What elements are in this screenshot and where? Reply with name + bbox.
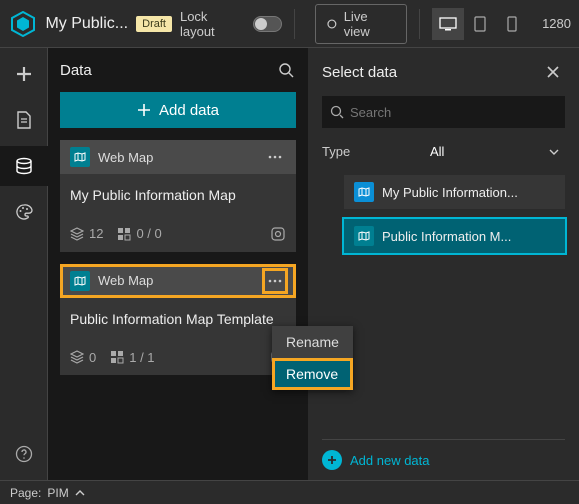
- separator: [294, 9, 295, 39]
- live-view-label: Live view: [344, 9, 396, 39]
- close-icon: [546, 65, 560, 79]
- page-name[interactable]: PIM: [47, 486, 68, 500]
- chevron-up-icon[interactable]: [75, 490, 85, 496]
- left-rail: [0, 48, 48, 480]
- data-card-title: Public Information Map Template: [60, 298, 296, 342]
- data-icon: [15, 157, 33, 175]
- live-dot-icon: [326, 18, 338, 30]
- data-list: My Public Information... Public Informat…: [322, 175, 565, 253]
- add-data-label: Add data: [159, 102, 219, 119]
- data-card-header: Web Map: [60, 140, 296, 174]
- type-filter-row: Type All: [322, 140, 565, 163]
- device-desktop-button[interactable]: [432, 8, 464, 40]
- rail-help[interactable]: [0, 434, 48, 474]
- app-title: My Public...: [45, 15, 128, 33]
- add-new-data-label: Add new data: [350, 453, 430, 468]
- data-card-footer: 12 0 / 0: [60, 218, 296, 252]
- device-mobile-button[interactable]: [496, 8, 528, 40]
- layers-icon: [70, 350, 84, 364]
- palette-icon: [15, 203, 33, 221]
- tablet-icon: [474, 16, 486, 32]
- close-button[interactable]: [541, 60, 565, 84]
- more-dots-icon: [268, 279, 282, 283]
- device-tablet-button[interactable]: [464, 8, 496, 40]
- main-area: Data Add data Web Map My Public Informat…: [0, 48, 579, 480]
- widgets-count: 1 / 1: [110, 350, 154, 365]
- help-icon: [15, 445, 33, 463]
- layers-count: 12: [70, 226, 103, 241]
- app-logo[interactable]: [8, 9, 37, 39]
- data-panel-header: Data: [60, 60, 296, 80]
- webmap-icon: [354, 226, 374, 246]
- data-item-label: Public Information M...: [382, 229, 511, 244]
- lock-layout-toggle[interactable]: [253, 16, 282, 32]
- desktop-icon: [439, 17, 457, 31]
- lock-layout-label: Lock layout: [180, 9, 245, 39]
- plus-icon: [14, 64, 34, 84]
- type-label: Type: [322, 144, 412, 159]
- data-card[interactable]: Web Map Public Information Map Template …: [60, 264, 296, 376]
- add-new-data-button[interactable]: Add new data: [322, 439, 565, 470]
- data-item-label: My Public Information...: [382, 185, 518, 200]
- select-data-panel: Select data Type All My Public Informati…: [308, 48, 579, 480]
- logo-icon: [10, 11, 36, 37]
- add-data-button[interactable]: Add data: [60, 92, 296, 128]
- data-card-type: Web Map: [98, 150, 256, 165]
- layers-count: 0: [70, 350, 96, 365]
- type-value: All: [430, 144, 444, 159]
- device-buttons: [432, 8, 528, 40]
- data-list-item[interactable]: My Public Information...: [344, 175, 565, 209]
- data-list-item[interactable]: Public Information M...: [344, 219, 565, 253]
- rail-data[interactable]: [0, 146, 48, 186]
- plus-icon: [137, 103, 151, 117]
- page-label: Page:: [10, 486, 41, 500]
- rail-page[interactable]: [0, 100, 48, 140]
- live-view-button[interactable]: Live view: [315, 4, 407, 44]
- widgets-icon: [110, 350, 124, 364]
- context-rename[interactable]: Rename: [272, 326, 353, 358]
- data-panel-title: Data: [60, 62, 92, 79]
- data-search-button[interactable]: [276, 60, 296, 80]
- select-panel-title: Select data: [322, 64, 397, 81]
- webmap-icon: [70, 271, 90, 291]
- more-dots-icon: [268, 155, 282, 159]
- locate-icon: [270, 226, 286, 242]
- separator: [419, 9, 420, 39]
- data-card-type: Web Map: [98, 273, 256, 288]
- select-panel-header: Select data: [322, 60, 565, 84]
- chevron-down-icon: [549, 149, 559, 155]
- data-panel: Data Add data Web Map My Public Informat…: [48, 48, 308, 480]
- type-select[interactable]: All: [424, 140, 565, 163]
- layers-icon: [70, 227, 84, 241]
- rail-theme[interactable]: [0, 192, 48, 232]
- resolution-label[interactable]: 1280: [542, 16, 571, 31]
- data-card-footer: 0 1 / 1: [60, 341, 296, 375]
- context-menu: Rename Remove: [272, 326, 353, 390]
- data-card[interactable]: Web Map My Public Information Map 12 0 /…: [60, 140, 296, 252]
- mobile-icon: [507, 16, 517, 32]
- data-card-title: My Public Information Map: [60, 174, 296, 218]
- top-bar: My Public... Draft Lock layout Live view…: [0, 0, 579, 48]
- search-box[interactable]: [322, 96, 565, 128]
- rail-insert[interactable]: [0, 54, 48, 94]
- card-locate-button[interactable]: [270, 226, 286, 242]
- search-input[interactable]: [350, 105, 557, 120]
- widgets-count: 0 / 0: [117, 226, 161, 241]
- plus-circle-icon: [322, 450, 342, 470]
- card-more-button[interactable]: [264, 146, 286, 168]
- webmap-icon: [70, 147, 90, 167]
- context-remove[interactable]: Remove: [272, 358, 353, 390]
- webmap-icon: [354, 182, 374, 202]
- footer-bar: Page: PIM: [0, 480, 579, 504]
- search-icon: [278, 62, 294, 78]
- draft-badge: Draft: [136, 16, 172, 32]
- data-card-header: Web Map: [60, 264, 296, 298]
- card-more-button[interactable]: [264, 270, 286, 292]
- widgets-icon: [117, 227, 131, 241]
- search-icon: [330, 105, 344, 119]
- page-icon: [16, 111, 32, 129]
